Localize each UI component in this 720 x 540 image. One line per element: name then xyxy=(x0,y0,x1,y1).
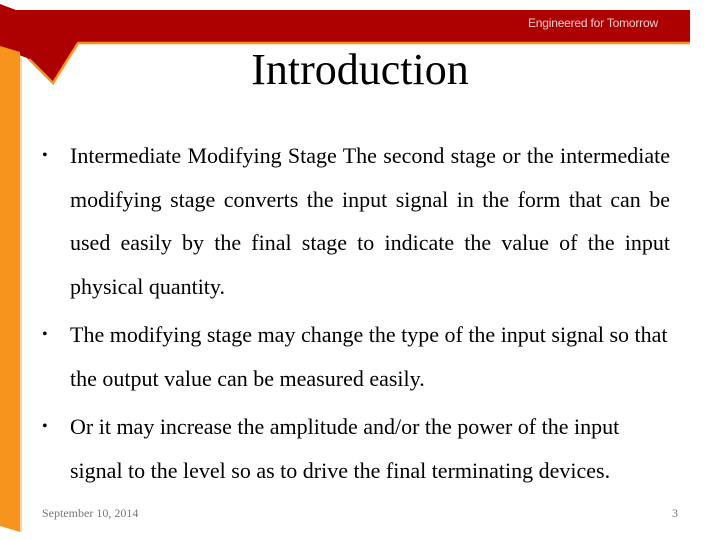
footer-date: September 10, 2014 xyxy=(42,506,139,520)
bullet-item: • The modifying stage may change the typ… xyxy=(42,313,670,400)
bullet-icon: • xyxy=(42,418,48,435)
left-accent-bar xyxy=(0,46,20,532)
bullet-list: • Intermediate Modifying Stage The secon… xyxy=(42,134,670,497)
footer-page-number: 3 xyxy=(672,506,678,520)
header-tagline: Engineered for Tomorrow xyxy=(528,16,658,30)
bullet-item: • Or it may increase the amplitude and/o… xyxy=(42,405,670,492)
slide-title: Introduction xyxy=(251,45,469,94)
bullet-text: Intermediate Modifying Stage The second … xyxy=(70,143,670,299)
bullet-icon: • xyxy=(42,326,48,343)
bullet-text: The modifying stage may change the type … xyxy=(70,322,668,391)
bullet-icon: • xyxy=(42,147,48,164)
bullet-item: • Intermediate Modifying Stage The secon… xyxy=(42,134,670,308)
bullet-text: Or it may increase the amplitude and/or … xyxy=(70,414,620,483)
slide: Engineered for Tomorrow Introduction • I… xyxy=(0,0,720,540)
